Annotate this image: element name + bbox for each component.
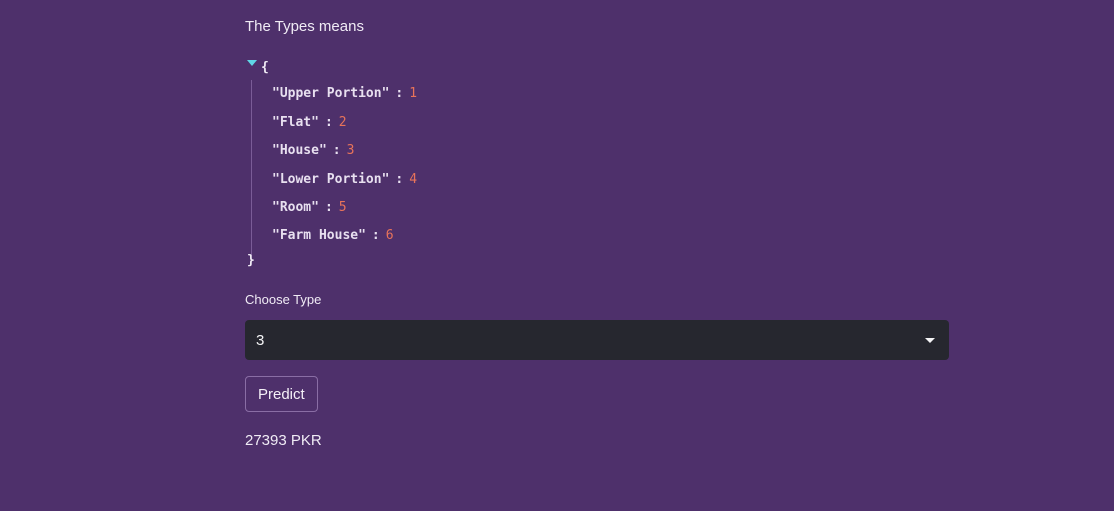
json-open-brace: { bbox=[261, 60, 269, 75]
collapse-toggle-icon[interactable] bbox=[247, 60, 257, 66]
chevron-down-icon[interactable] bbox=[925, 338, 935, 343]
type-select-value: 3 bbox=[256, 332, 265, 349]
json-key: "Lower Portion" bbox=[272, 172, 390, 187]
json-key: "House" bbox=[272, 143, 327, 158]
json-entry: "Upper Portion":1 bbox=[272, 86, 417, 101]
json-key: "Flat" bbox=[272, 115, 319, 130]
json-colon: : bbox=[332, 143, 341, 158]
json-key: "Upper Portion" bbox=[272, 86, 390, 101]
json-colon: : bbox=[371, 228, 380, 243]
json-value: 4 bbox=[409, 172, 418, 187]
json-key: "Farm House" bbox=[272, 228, 366, 243]
json-value: 5 bbox=[338, 200, 347, 215]
json-value: 3 bbox=[346, 143, 355, 158]
json-entry: "Lower Portion":4 bbox=[272, 172, 417, 187]
predict-button[interactable]: Predict bbox=[245, 376, 318, 412]
page-heading: The Types means bbox=[245, 18, 364, 35]
json-indent-guide bbox=[251, 80, 252, 256]
json-entry: "House":3 bbox=[272, 143, 354, 158]
json-entry: "Room":5 bbox=[272, 200, 347, 215]
json-close-brace: } bbox=[247, 253, 255, 268]
json-value: 6 bbox=[385, 228, 394, 243]
type-select[interactable]: 3 bbox=[245, 320, 949, 360]
json-key: "Room" bbox=[272, 200, 319, 215]
json-colon: : bbox=[324, 200, 333, 215]
json-entry: "Flat":2 bbox=[272, 115, 347, 130]
json-value: 2 bbox=[338, 115, 347, 130]
choose-type-label: Choose Type bbox=[245, 292, 322, 307]
prediction-result: 27393 PKR bbox=[245, 432, 322, 449]
json-colon: : bbox=[395, 86, 404, 101]
json-value: 1 bbox=[409, 86, 418, 101]
json-colon: : bbox=[395, 172, 404, 187]
json-colon: : bbox=[324, 115, 333, 130]
json-entry: "Farm House":6 bbox=[272, 228, 394, 243]
